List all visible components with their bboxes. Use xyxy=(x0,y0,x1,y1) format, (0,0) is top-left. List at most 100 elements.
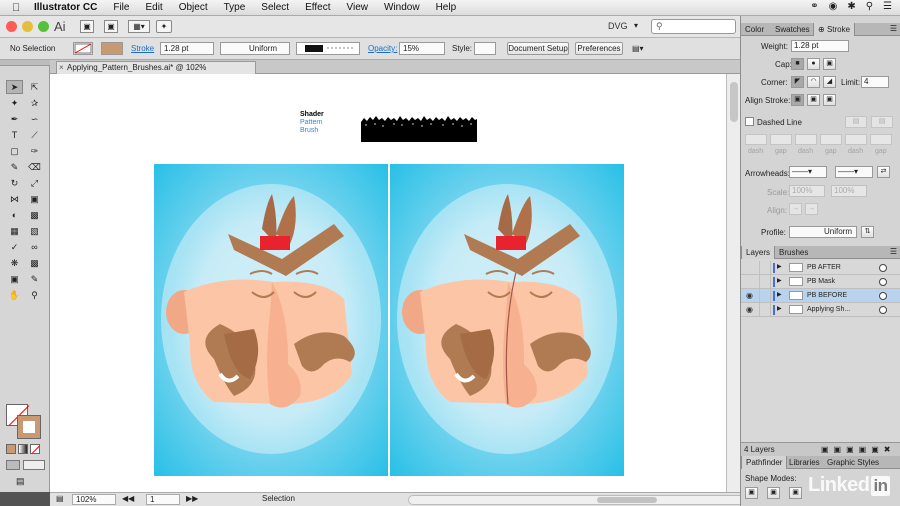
preserve-dash-button[interactable]: ▤ xyxy=(845,116,867,128)
tab-brushes[interactable]: Brushes xyxy=(775,246,812,259)
opacity-label-link[interactable]: Opacity: xyxy=(368,42,397,55)
dashed-line-checkbox[interactable] xyxy=(745,117,754,126)
expand-triangle-icon[interactable]: ▶ xyxy=(777,261,782,274)
first-artboard-icon[interactable]: ◀◀ xyxy=(122,494,134,505)
pencil-tool-icon[interactable]: ✎ xyxy=(6,160,23,174)
close-tab-icon[interactable]: × xyxy=(59,62,64,73)
menu-edit[interactable]: Edit xyxy=(145,2,162,13)
align-inside-button[interactable]: ▣ xyxy=(807,94,820,106)
menu-help[interactable]: Help xyxy=(436,2,457,13)
cc-icon[interactable]: ⚭ xyxy=(810,1,818,12)
end-arrowhead-select[interactable]: ——▾ xyxy=(835,166,873,178)
mesh-tool-icon[interactable]: ▦ xyxy=(6,224,23,238)
pattern-brush-sample[interactable] xyxy=(361,116,477,142)
miter-join-button[interactable]: ◤ xyxy=(791,76,804,88)
wifi-icon[interactable]: ◉ xyxy=(829,1,838,12)
draw-normal-icon[interactable] xyxy=(6,460,20,470)
lasso-tool-icon[interactable]: ✰ xyxy=(26,96,43,110)
gradient-mode-button[interactable] xyxy=(18,444,28,454)
next-artboard-icon[interactable]: ▶▶ xyxy=(186,494,198,505)
tab-stroke[interactable]: ⊕ Stroke xyxy=(813,23,856,36)
preferences-button[interactable]: Preferences xyxy=(575,42,623,55)
perspective-grid-tool-icon[interactable]: ▩ xyxy=(26,208,43,222)
artboard-tool-icon[interactable]: ▣ xyxy=(6,272,23,286)
scale-tool-icon[interactable]: ⤢ xyxy=(26,176,43,190)
layers-panel-menu-icon[interactable]: ☰ xyxy=(890,247,897,256)
gap-field-3[interactable] xyxy=(870,134,892,145)
artboard-canvas[interactable]: Shader Pattern Brush xyxy=(50,74,726,492)
weight-field[interactable]: 1.28 pt xyxy=(791,40,849,52)
document-tab[interactable]: × Applying_Pattern_Brushes.ai* @ 102% (C… xyxy=(56,61,256,83)
panel-menu-icon[interactable]: ☰ xyxy=(890,24,897,33)
direct-selection-tool-icon[interactable]: ⇱ xyxy=(26,80,43,94)
layer-name[interactable]: PB AFTER xyxy=(807,261,841,274)
start-scale-field[interactable]: 100% xyxy=(789,185,825,197)
round-cap-button[interactable]: ● xyxy=(807,58,820,70)
chevron-down-icon[interactable]: ▾ xyxy=(634,21,638,30)
gpu-performance-icon[interactable]: ✦ xyxy=(156,20,172,33)
layer-row-pb-mask[interactable]: ▶ PB Mask xyxy=(741,275,900,289)
layer-row-pb-after[interactable]: ▶ PB AFTER xyxy=(741,261,900,275)
layer-name[interactable]: PB BEFORE xyxy=(807,289,847,302)
artboard-after[interactable] xyxy=(390,164,624,476)
brush-definition[interactable] xyxy=(296,42,360,55)
vertical-scrollbar[interactable] xyxy=(726,74,740,492)
menu-object[interactable]: Object xyxy=(179,2,208,13)
rotate-tool-icon[interactable]: ↻ xyxy=(6,176,23,190)
layer-row-pb-before[interactable]: ◉ ▶ PB BEFORE xyxy=(741,289,900,303)
list-icon[interactable]: ☰ xyxy=(883,1,892,12)
miter-limit-field[interactable]: 4 xyxy=(861,76,889,88)
start-arrowhead-select[interactable]: ——▾ xyxy=(789,166,827,178)
tab-layers[interactable]: Layers xyxy=(741,246,776,259)
projecting-cap-button[interactable]: ▣ xyxy=(823,58,836,70)
flip-along-button[interactable]: ⇅ xyxy=(861,226,874,238)
layer-row-applying[interactable]: ◉ ▶ Applying Sh... xyxy=(741,303,900,317)
bluetooth-icon[interactable]: ✱ xyxy=(847,1,855,12)
menu-view[interactable]: View xyxy=(346,2,368,13)
artboard-nav-icon[interactable]: ▤ xyxy=(56,494,64,505)
horizontal-scroll-thumb[interactable] xyxy=(597,497,657,503)
line-tool-icon[interactable]: ⟋ xyxy=(26,128,43,142)
tab-color[interactable]: Color xyxy=(741,23,768,36)
workspace-switcher[interactable]: DVG xyxy=(608,21,628,31)
dash-field-1[interactable] xyxy=(745,134,767,145)
target-circle-icon[interactable] xyxy=(879,278,887,286)
expand-triangle-icon[interactable]: ▶ xyxy=(777,303,782,316)
stroke-label-link[interactable]: Stroke xyxy=(131,42,154,55)
symbol-sprayer-tool-icon[interactable]: ❋ xyxy=(6,256,23,270)
artboard-number-field[interactable]: 1 xyxy=(146,494,180,505)
curvature-tool-icon[interactable]: ∽ xyxy=(26,112,43,126)
align-dash-corners-button[interactable]: ▤ xyxy=(871,116,893,128)
round-join-button[interactable]: ◠ xyxy=(807,76,820,88)
lock-toggle[interactable] xyxy=(759,275,771,288)
target-circle-icon[interactable] xyxy=(879,292,887,300)
expand-triangle-icon[interactable]: ▶ xyxy=(777,275,782,288)
artboard-before[interactable] xyxy=(154,164,388,476)
menu-window[interactable]: Window xyxy=(384,2,420,13)
type-tool-icon[interactable]: T xyxy=(6,128,23,142)
target-circle-icon[interactable] xyxy=(879,306,887,314)
free-transform-tool-icon[interactable]: ▣ xyxy=(26,192,43,206)
eraser-tool-icon[interactable]: ⌫ xyxy=(26,160,43,174)
align-center-button[interactable]: ▣ xyxy=(791,94,804,106)
menu-select[interactable]: Select xyxy=(261,2,289,13)
horizontal-scrollbar[interactable] xyxy=(408,495,778,505)
lock-toggle[interactable] xyxy=(759,303,771,316)
column-graph-tool-icon[interactable]: ▩ xyxy=(26,256,43,270)
opacity-field[interactable]: 15% xyxy=(399,42,445,55)
layer-name[interactable]: Applying Sh... xyxy=(807,303,850,316)
butt-cap-button[interactable]: ■ xyxy=(791,58,804,70)
stroke-swatch[interactable] xyxy=(101,42,123,55)
selection-tool-icon[interactable]: ➤ xyxy=(6,80,23,94)
eye-icon[interactable]: ◉ xyxy=(746,303,756,316)
layer-name[interactable]: PB Mask xyxy=(807,275,835,288)
arrange-documents-icon[interactable]: ▦▾ xyxy=(128,20,150,33)
color-mode-button[interactable] xyxy=(6,444,16,454)
swap-arrowheads-button[interactable]: ⇄ xyxy=(877,166,890,178)
profile-select[interactable]: Uniform xyxy=(789,226,857,238)
end-scale-field[interactable]: 100% xyxy=(831,185,867,197)
close-window-button[interactable] xyxy=(6,21,17,32)
none-mode-button[interactable] xyxy=(30,444,40,454)
vertical-scroll-thumb[interactable] xyxy=(730,82,738,122)
gap-field-2[interactable] xyxy=(820,134,842,145)
